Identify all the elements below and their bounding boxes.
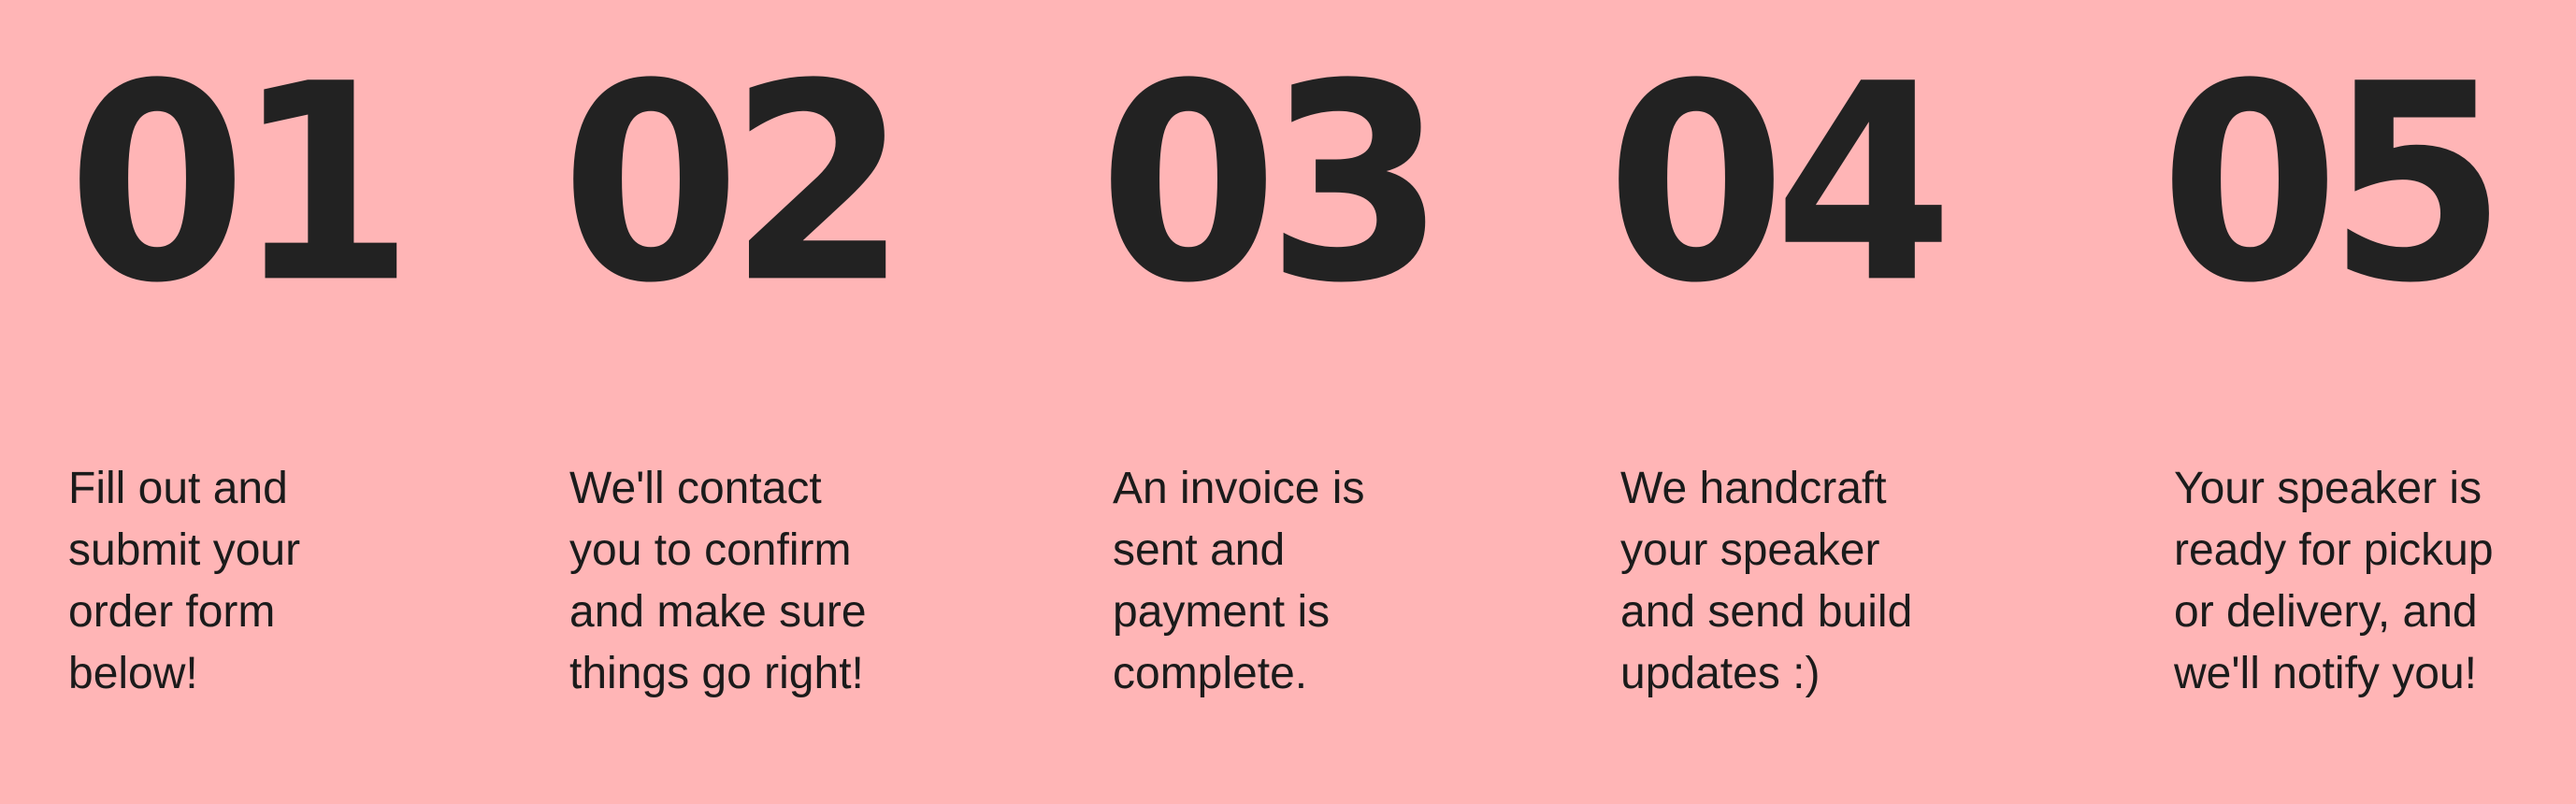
step-description-line: order form bbox=[68, 587, 276, 637]
step-description-line: we'll notify you! bbox=[2174, 649, 2477, 698]
step-description-line: ready for pickup bbox=[2174, 525, 2494, 575]
step-description-line: Fill out and bbox=[68, 464, 288, 513]
step-description-line: or delivery, and bbox=[2174, 587, 2478, 637]
step-description-line: things go right! bbox=[569, 649, 864, 698]
step-number: 02 bbox=[561, 25, 908, 343]
step-description-line: sent and bbox=[1113, 525, 1286, 575]
step-description-line: you to confirm bbox=[569, 525, 852, 575]
step-description-line: below! bbox=[68, 649, 198, 698]
step-description-line: your speaker bbox=[1620, 525, 1880, 575]
step-description-line: Your speaker is bbox=[2174, 464, 2482, 513]
step-description: We handcraft your speaker and send build… bbox=[1620, 458, 1985, 705]
step-description-line: payment is bbox=[1113, 587, 1331, 637]
step-number: 01 bbox=[67, 25, 414, 343]
step-description-line: updates :) bbox=[1620, 649, 1820, 698]
step-description-line: and make sure bbox=[569, 587, 867, 637]
step-number: 04 bbox=[1606, 25, 1953, 343]
step-description-line: and send build bbox=[1620, 587, 1913, 637]
step-description-line: An invoice is bbox=[1113, 464, 1365, 513]
step-description: Fill out and submit your order form belo… bbox=[68, 458, 433, 705]
step-number: 03 bbox=[1099, 25, 1446, 343]
step-description-line: We handcraft bbox=[1620, 464, 1887, 513]
order-steps-banner: 01 Fill out and submit your order form b… bbox=[0, 0, 2576, 804]
step-number: 05 bbox=[2160, 25, 2507, 343]
step-description: An invoice is sent and payment is comple… bbox=[1113, 458, 1477, 705]
step-description-line: complete. bbox=[1113, 649, 1308, 698]
step-description-line: submit your bbox=[68, 525, 301, 575]
step-description: We'll contact you to confirm and make su… bbox=[569, 458, 934, 705]
step-description-line: We'll contact bbox=[569, 464, 822, 513]
step-description: Your speaker is ready for pickup or deli… bbox=[2174, 458, 2539, 705]
